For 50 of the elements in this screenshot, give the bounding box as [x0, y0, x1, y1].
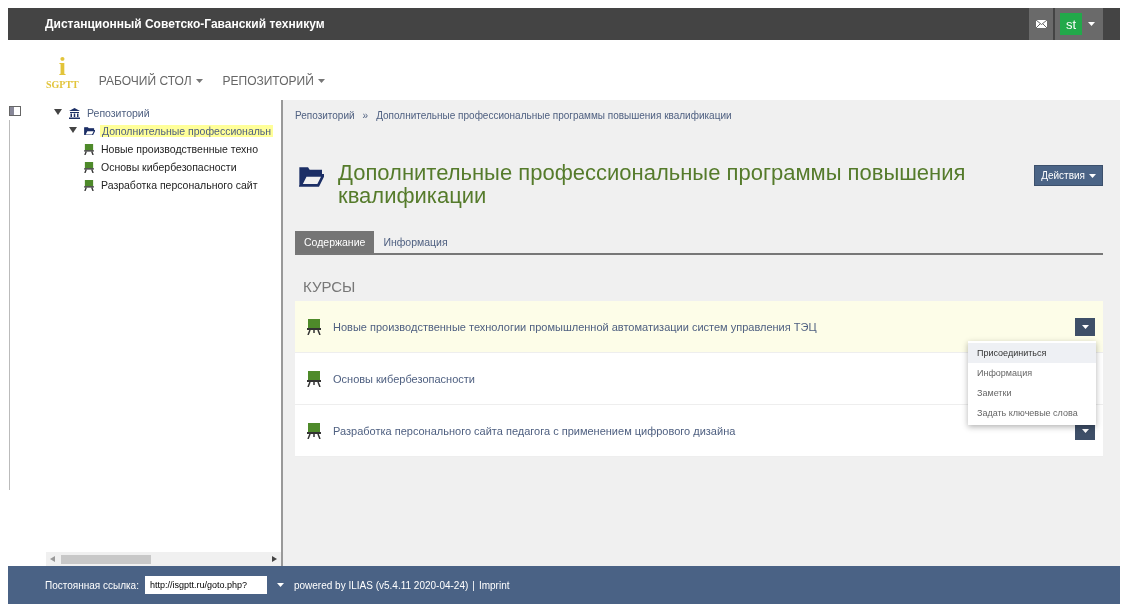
caret-icon: [1081, 428, 1089, 433]
tree-item[interactable]: Дополнительные профессиональн: [100, 125, 274, 137]
menu-item[interactable]: Задать ключевые слова: [968, 403, 1096, 424]
menu-item[interactable]: Информация: [968, 363, 1096, 384]
actions-button[interactable]: Действия: [1034, 165, 1103, 186]
horizontal-scrollbar[interactable]: [46, 552, 281, 566]
site-title: Дистанционный Советско-Гаванский техникум: [45, 17, 326, 31]
easel-icon: [307, 318, 321, 335]
tab[interactable]: Содержание: [295, 231, 375, 254]
caret-icon: [1089, 173, 1096, 178]
easel-icon: [307, 422, 321, 439]
mail-button[interactable]: [1029, 8, 1053, 40]
section-title: КУРСЫ: [303, 278, 357, 296]
mail-icon: [1035, 20, 1047, 28]
imprint-link[interactable]: Imprint: [478, 579, 510, 591]
tree-item[interactable]: Основы кибербезопасности: [99, 161, 239, 173]
course-link[interactable]: Новые производственные технологии промышленной автоматизации систем управления ТЭЦ: [333, 320, 1063, 333]
breadcrumb-link[interactable]: Дополнительные профессиональные программы повышения квалификации: [376, 110, 732, 121]
tree-item[interactable]: Разработка персонального сайт: [99, 179, 260, 191]
scroll-right-icon[interactable]: [272, 556, 277, 562]
row-menu-button[interactable]: [1075, 317, 1095, 336]
folder-icon: [299, 167, 324, 187]
breadcrumb-link[interactable]: Репозиторий: [295, 110, 355, 121]
tree-item[interactable]: Репозиторий: [85, 107, 152, 119]
permalink-label: Постоянная ссылка:: [45, 579, 139, 591]
menu-item[interactable]: Присоединиться: [968, 343, 1096, 364]
tab[interactable]: Информация: [374, 231, 457, 254]
bank-icon: [69, 107, 80, 119]
breadcrumb-separator: »: [362, 110, 369, 121]
easel-icon: [84, 143, 94, 155]
panel-toggle-icon[interactable]: [9, 106, 21, 116]
menu-item[interactable]: Заметки: [968, 383, 1096, 404]
caret-icon: [1081, 324, 1089, 329]
nav-menu[interactable]: РЕПОЗИТОРИЙ: [222, 74, 325, 88]
caret-icon: [276, 583, 284, 587]
easel-icon: [84, 179, 94, 191]
powered-by-text: powered by ILIAS (v5.4.11 2020-04-24): [293, 579, 469, 591]
course-link[interactable]: Разработка персонального сайта педагога с применением цифрового дизайна: [333, 424, 1063, 437]
easel-icon: [84, 161, 94, 173]
easel-icon: [307, 370, 321, 387]
footer-separator: |: [472, 579, 475, 591]
user-avatar: st: [1060, 13, 1082, 35]
permalink-field[interactable]: http://isgptt.ru/goto.php?: [144, 576, 267, 594]
caret-icon: [195, 79, 203, 83]
caret-icon: [317, 79, 325, 83]
nav-menu[interactable]: РАБОЧИЙ СТОЛ: [98, 74, 203, 88]
folder-icon: [84, 126, 95, 136]
caret-icon: [1088, 22, 1095, 26]
page-title: Дополнительные профессиональные программы повышения квалификации: [338, 161, 967, 208]
tree-item[interactable]: Новые производственные техно: [99, 143, 260, 155]
